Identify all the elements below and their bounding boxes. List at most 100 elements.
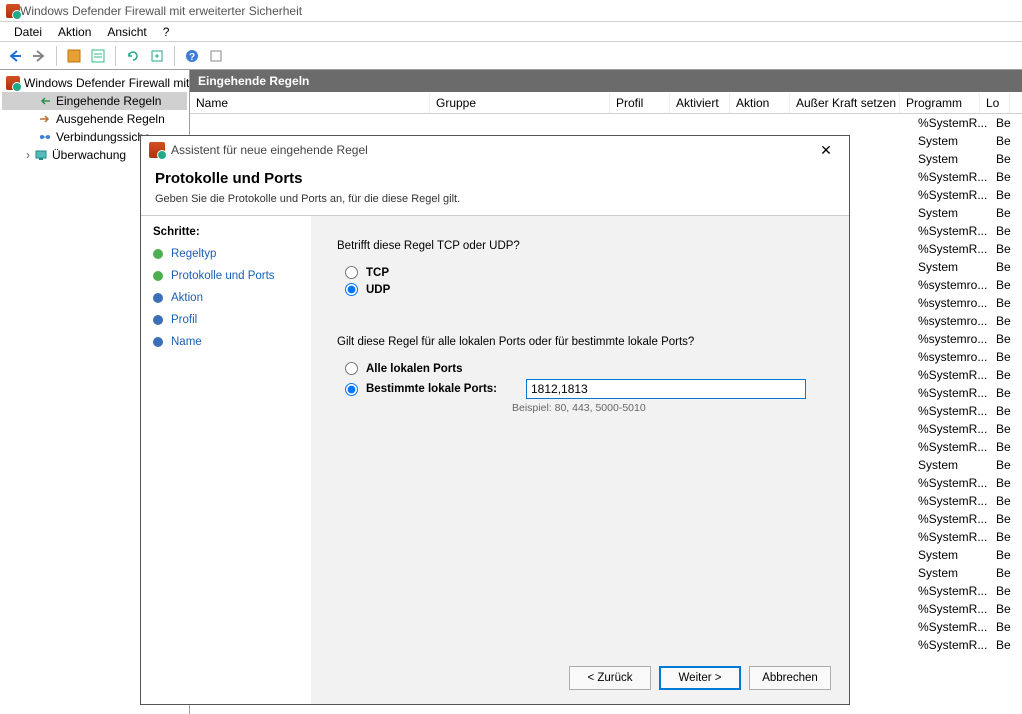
- col-ausser[interactable]: Außer Kraft setzen: [790, 93, 900, 113]
- menu-ansicht[interactable]: Ansicht: [99, 23, 154, 41]
- col-aktion[interactable]: Aktion: [730, 93, 790, 113]
- table-row[interactable]: SystemBe: [912, 132, 1022, 150]
- tree-outbound[interactable]: Ausgehende Regeln: [2, 110, 187, 128]
- expander-icon[interactable]: ›: [22, 148, 34, 162]
- radio-specports[interactable]: [345, 383, 358, 396]
- table-row[interactable]: %systemro...Be: [912, 312, 1022, 330]
- table-row[interactable]: %SystemR...Be: [912, 114, 1022, 132]
- tree-root[interactable]: Windows Defender Firewall mit: [2, 74, 187, 92]
- wizard-dialog: Assistent für neue eingehende Regel ✕ Pr…: [140, 135, 850, 705]
- details-icon[interactable]: [87, 45, 109, 67]
- col-name[interactable]: Name: [190, 93, 430, 113]
- cancel-button[interactable]: Abbrechen: [749, 666, 831, 690]
- col-profil[interactable]: Profil: [610, 93, 670, 113]
- table-row[interactable]: %SystemR...Be: [912, 528, 1022, 546]
- cell-programm: %SystemR...: [912, 224, 992, 238]
- col-programm[interactable]: Programm: [900, 93, 980, 113]
- table-row[interactable]: %SystemR...Be: [912, 474, 1022, 492]
- table-row[interactable]: %SystemR...Be: [912, 222, 1022, 240]
- cell-programm: %SystemR...: [912, 386, 992, 400]
- table-row[interactable]: SystemBe: [912, 456, 1022, 474]
- radio-allports-row: Alle lokalen Ports: [345, 362, 823, 375]
- ports-input[interactable]: [526, 379, 806, 399]
- cell-lo: Be: [992, 224, 1022, 238]
- cell-programm: %SystemR...: [912, 440, 992, 454]
- question-ports: Gilt diese Regel für alle lokalen Ports …: [337, 336, 823, 348]
- ports-example: Beispiel: 80, 443, 5000-5010: [512, 402, 823, 414]
- tree-root-label: Windows Defender Firewall mit: [24, 76, 189, 90]
- table-row[interactable]: SystemBe: [912, 150, 1022, 168]
- table-row[interactable]: %SystemR...Be: [912, 438, 1022, 456]
- help-icon[interactable]: ?: [181, 45, 203, 67]
- table-row[interactable]: SystemBe: [912, 204, 1022, 222]
- radio-udp[interactable]: [345, 283, 358, 296]
- action-icon[interactable]: [63, 45, 85, 67]
- step-profil[interactable]: Profil: [153, 314, 299, 326]
- table-row[interactable]: %SystemR...Be: [912, 240, 1022, 258]
- label-allports: Alle lokalen Ports: [366, 363, 463, 375]
- table-row[interactable]: %SystemR...Be: [912, 618, 1022, 636]
- table-row[interactable]: %SystemR...Be: [912, 492, 1022, 510]
- cell-programm: %SystemR...: [912, 638, 992, 652]
- cell-programm: %SystemR...: [912, 494, 992, 508]
- label-udp: UDP: [366, 284, 390, 296]
- refresh-icon[interactable]: [122, 45, 144, 67]
- back-button[interactable]: [4, 45, 26, 67]
- cell-lo: Be: [992, 440, 1022, 454]
- radio-allports[interactable]: [345, 362, 358, 375]
- table-row[interactable]: SystemBe: [912, 546, 1022, 564]
- cell-lo: Be: [992, 242, 1022, 256]
- inbound-icon: [38, 94, 52, 108]
- cell-programm: %systemro...: [912, 350, 992, 364]
- export-icon[interactable]: [146, 45, 168, 67]
- steps-label: Schritte:: [153, 226, 299, 238]
- table-row[interactable]: %SystemR...Be: [912, 600, 1022, 618]
- table-row[interactable]: %SystemR...Be: [912, 186, 1022, 204]
- table-row[interactable]: SystemBe: [912, 564, 1022, 582]
- forward-button[interactable]: [28, 45, 50, 67]
- back-button[interactable]: < Zurück: [569, 666, 651, 690]
- cell-programm: %SystemR...: [912, 476, 992, 490]
- cell-programm: %SystemR...: [912, 116, 992, 130]
- table-row[interactable]: %SystemR...Be: [912, 636, 1022, 654]
- step-name[interactable]: Name: [153, 336, 299, 348]
- col-gruppe[interactable]: Gruppe: [430, 93, 610, 113]
- table-row[interactable]: SystemBe: [912, 258, 1022, 276]
- table-row[interactable]: %systemro...Be: [912, 276, 1022, 294]
- info-icon[interactable]: [205, 45, 227, 67]
- table-row[interactable]: %SystemR...Be: [912, 384, 1022, 402]
- table-row[interactable]: %SystemR...Be: [912, 582, 1022, 600]
- radio-tcp[interactable]: [345, 266, 358, 279]
- cell-programm: %SystemR...: [912, 404, 992, 418]
- table-row[interactable]: %SystemR...Be: [912, 366, 1022, 384]
- cell-programm: System: [912, 206, 992, 220]
- step-protokolle[interactable]: Protokolle und Ports: [153, 270, 299, 282]
- cell-programm: %SystemR...: [912, 170, 992, 184]
- svg-text:?: ?: [189, 52, 195, 63]
- cell-lo: Be: [992, 512, 1022, 526]
- table-row[interactable]: %SystemR...Be: [912, 510, 1022, 528]
- table-row[interactable]: %systemro...Be: [912, 330, 1022, 348]
- table-row[interactable]: %SystemR...Be: [912, 168, 1022, 186]
- table-row[interactable]: %SystemR...Be: [912, 420, 1022, 438]
- table-row[interactable]: %systemro...Be: [912, 294, 1022, 312]
- cell-programm: %SystemR...: [912, 620, 992, 634]
- close-button[interactable]: ✕: [811, 142, 841, 159]
- cell-programm: %systemro...: [912, 314, 992, 328]
- tree-inbound[interactable]: Eingehende Regeln: [2, 92, 187, 110]
- step-regeltyp[interactable]: Regeltyp: [153, 248, 299, 260]
- menu-help[interactable]: ?: [155, 23, 178, 41]
- connsec-icon: [38, 130, 52, 144]
- tree-connsec-label: Verbindungssiche: [56, 130, 151, 144]
- cell-lo: Be: [992, 422, 1022, 436]
- step-aktion[interactable]: Aktion: [153, 292, 299, 304]
- col-aktiviert[interactable]: Aktiviert: [670, 93, 730, 113]
- table-row[interactable]: %SystemR...Be: [912, 402, 1022, 420]
- monitor-icon: [34, 148, 48, 162]
- col-lo[interactable]: Lo: [980, 93, 1010, 113]
- table-row[interactable]: %systemro...Be: [912, 348, 1022, 366]
- menu-aktion[interactable]: Aktion: [50, 23, 99, 41]
- menu-datei[interactable]: Datei: [6, 23, 50, 41]
- next-button[interactable]: Weiter >: [659, 666, 741, 690]
- wizard-title-text: Assistent für neue eingehende Regel: [171, 143, 368, 157]
